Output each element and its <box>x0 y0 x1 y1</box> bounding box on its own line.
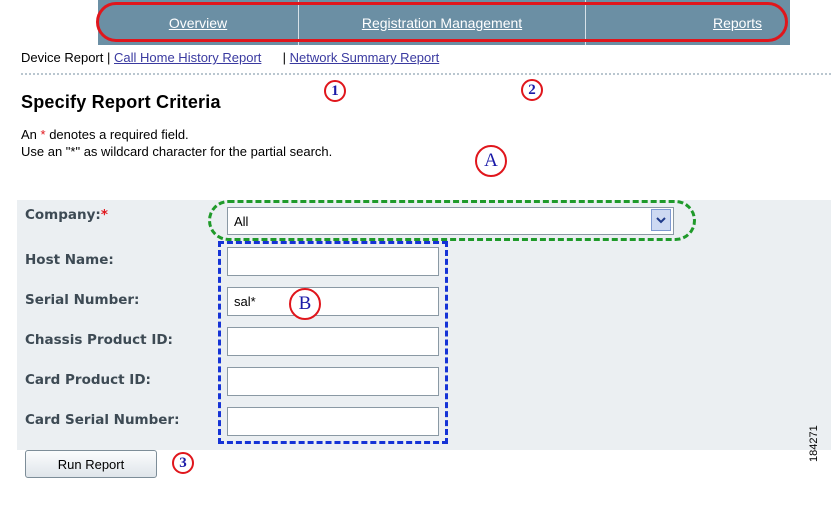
company-label-text: Company: <box>25 207 101 223</box>
required-note-prefix: An <box>21 127 41 142</box>
subnav-link-network-summary[interactable]: Network Summary Report <box>290 50 440 65</box>
required-note: An * denotes a required field. <box>21 127 189 142</box>
wildcard-note: Use an "*" as wildcard character for the… <box>21 144 333 159</box>
company-select-value: All <box>234 213 249 229</box>
subnav-dotted-divider <box>21 73 831 75</box>
card-serial-number-input[interactable] <box>227 407 439 436</box>
chevron-down-icon <box>656 216 666 223</box>
report-subnav: Device Report | Call Home History Report… <box>21 50 439 65</box>
figure-id: 184271 <box>808 425 820 462</box>
company-select[interactable]: All <box>227 207 674 235</box>
subnav-separator: | <box>107 50 111 65</box>
chassis-product-id-label: Chassis Product ID: <box>25 332 173 348</box>
card-product-id-label: Card Product ID: <box>25 372 151 388</box>
nav-tab-overview[interactable]: Overview <box>98 0 298 45</box>
dropdown-button[interactable] <box>651 209 671 231</box>
chassis-product-id-input[interactable] <box>227 327 439 356</box>
callout-2: 2 <box>521 79 543 101</box>
host-name-label: Host Name: <box>25 252 114 268</box>
card-product-id-input[interactable] <box>227 367 439 396</box>
serial-number-input[interactable] <box>227 287 439 316</box>
subnav-current-device-report: Device Report <box>21 50 104 65</box>
nav-tab-reports-label[interactable]: Reports <box>713 15 762 31</box>
callout-1: 1 <box>324 80 346 102</box>
subnav-link-call-home-history[interactable]: Call Home History Report <box>114 50 261 65</box>
nav-tab-reports[interactable]: Reports <box>586 0 780 45</box>
host-name-input[interactable] <box>227 247 439 276</box>
card-serial-number-label: Card Serial Number: <box>25 412 180 428</box>
serial-number-label: Serial Number: <box>25 292 140 308</box>
callout-a: A <box>475 145 507 177</box>
run-report-button[interactable]: Run Report <box>25 450 157 478</box>
nav-tab-registration-management[interactable]: Registration Management <box>299 0 585 45</box>
callout-3: 3 <box>172 452 194 474</box>
required-star: * <box>100 207 108 223</box>
required-note-suffix: denotes a required field. <box>45 127 189 142</box>
callout-b: B <box>289 288 321 320</box>
company-label: Company:* <box>25 207 108 223</box>
subnav-separator: | <box>282 50 287 65</box>
page-title: Specify Report Criteria <box>21 92 221 112</box>
